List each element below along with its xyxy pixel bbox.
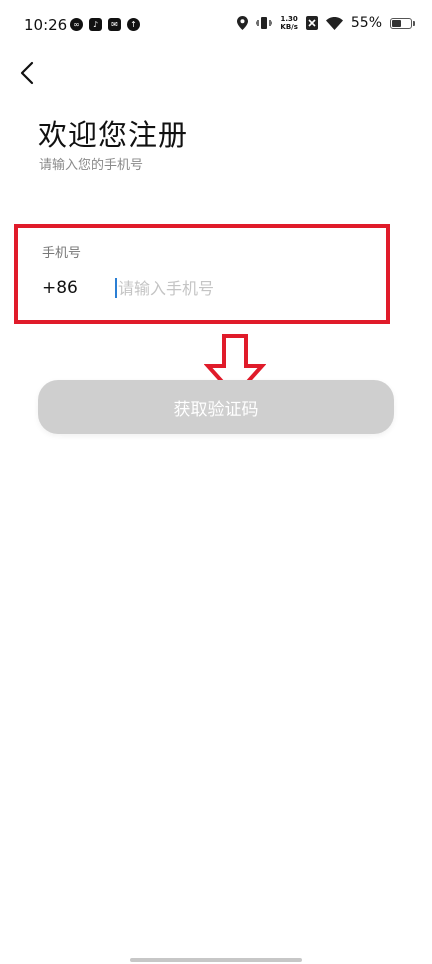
page-subtitle: 请输入您的手机号	[39, 158, 144, 173]
tiktok-icon: ♪	[89, 18, 102, 31]
text-cursor	[115, 278, 117, 298]
phone-input[interactable]	[114, 274, 358, 302]
location-icon	[237, 16, 249, 30]
net-speed-unit: KB/s	[280, 23, 298, 31]
battery-percent: 55%	[350, 15, 382, 31]
page-title: 欢迎您注册	[38, 118, 189, 152]
swirl-icon: ∞	[70, 18, 83, 31]
home-indicator[interactable]	[130, 958, 302, 962]
net-speed: 1.30 KB/s	[280, 15, 297, 31]
vibrate-icon	[256, 17, 273, 29]
wifi-icon	[325, 16, 343, 30]
message-icon: ✉	[108, 18, 121, 31]
battery-icon	[390, 17, 415, 29]
phone-input-section: 手机号 +86	[14, 224, 390, 324]
system-icons: 1.30 KB/s 55%	[237, 15, 415, 31]
status-bar: 10:26 ∞ ♪ ✉ ↑ 1.30 KB/s 55%	[0, 0, 432, 50]
sim-off-icon	[305, 16, 318, 30]
get-code-button[interactable]: 获取验证码	[38, 380, 394, 434]
country-code[interactable]: +86	[42, 278, 78, 298]
battery-level	[392, 19, 402, 27]
chevron-left-icon	[20, 61, 34, 85]
status-time: 10:26	[24, 16, 68, 34]
phone-label: 手机号	[42, 246, 82, 261]
net-speed-value: 1.30	[280, 15, 298, 23]
upload-icon: ↑	[127, 18, 140, 31]
back-button[interactable]	[12, 56, 42, 90]
notification-icons: ∞ ♪ ✉ ↑	[70, 18, 140, 31]
